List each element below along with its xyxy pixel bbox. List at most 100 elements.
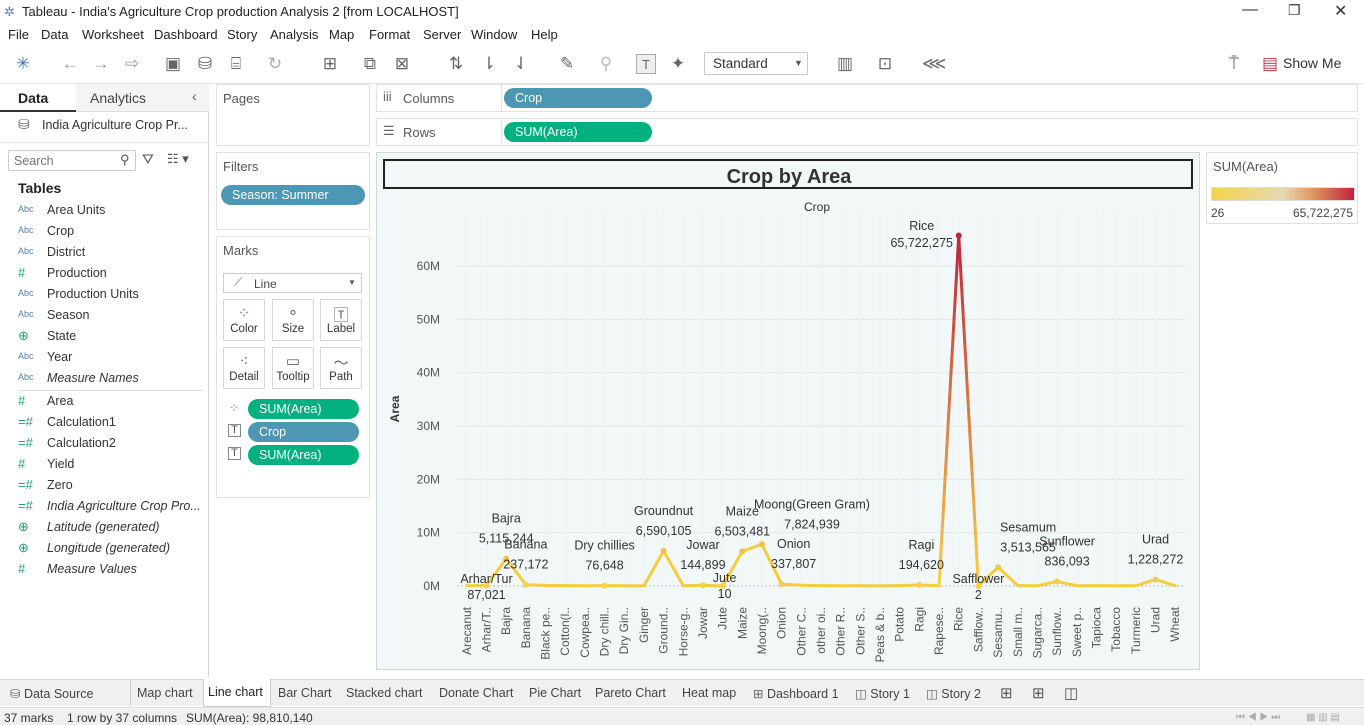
tab-donate-chart[interactable]: Donate Chart [439,686,513,700]
field-item[interactable]: Abc Crop [18,222,208,243]
marks-size-button[interactable]: ⚬ Size [272,299,314,341]
field-item[interactable]: # Measure Values [18,560,208,581]
new-datasource-icon[interactable]: ⛁ [195,54,215,74]
new-story-tab-icon[interactable]: ◫ [1064,684,1078,702]
tab-bar-chart[interactable]: Bar Chart [278,686,332,700]
marks-path-button[interactable]: 〜 Path [320,347,362,389]
share-icon[interactable]: ⋘ [922,54,946,74]
close-icon[interactable]: ✕ [1334,1,1347,21]
tab-data[interactable]: Data [0,84,76,112]
marks-pill-color-sum-area[interactable]: SUM(Area) [248,399,359,419]
replay-icon[interactable]: ⇨ [122,54,142,74]
sheet-nav-icon[interactable]: ⏮ ◀ ▶ ⏭ [1236,712,1280,723]
tab-pareto-chart[interactable]: Pareto Chart [595,686,666,700]
refresh-icon[interactable]: ↻ [265,54,285,74]
field-item[interactable]: Abc District [18,243,208,264]
format-painter-icon[interactable]: ⍑ [1224,54,1244,74]
tab-heat-map[interactable]: Heat map [682,686,736,700]
field-item[interactable]: # Production [18,264,208,285]
tableau-home-icon[interactable]: ✳ [13,54,33,74]
rows-pill-sum-area[interactable]: SUM(Area) [504,122,652,142]
marks-tooltip-button[interactable]: ▭ Tooltip [272,347,314,389]
field-item[interactable]: Abc Area Units [18,201,208,222]
field-item[interactable]: ⊕ Latitude (generated) [18,518,208,539]
field-item[interactable]: Abc Year [18,348,208,369]
sheet-view-icon[interactable]: ▦ ▥ ▤ [1306,712,1340,723]
tab-line-chart[interactable]: Line chart [203,679,271,707]
show-me-button[interactable]: Show Me [1283,55,1341,71]
sort-ascending-icon[interactable]: ⇂ [479,54,499,74]
menu-worksheet[interactable]: Worksheet [82,27,144,42]
marks-pill-label-sum-area[interactable]: SUM(Area) [248,445,359,465]
datasource-name[interactable]: India Agriculture Crop Pr... [42,118,188,132]
columns-shelf[interactable]: iii Columns Crop [376,84,1358,112]
marks-pill-label-crop[interactable]: Crop [248,422,359,442]
field-item[interactable]: =# Zero [18,476,208,497]
field-item[interactable]: Abc Season [18,306,208,327]
show-labels-icon[interactable]: T [636,54,656,74]
field-item[interactable]: =# Calculation1 [18,413,208,434]
menu-story[interactable]: Story [227,27,257,42]
new-dashboard-tab-icon[interactable]: ⊞ [1032,684,1045,702]
marks-color-button[interactable]: ⁘ Color [223,299,265,341]
show-me-icon[interactable]: ▤ [1260,54,1280,74]
undo-icon[interactable]: ← [60,54,80,74]
marks-detail-button[interactable]: ⁖ Detail [223,347,265,389]
view-options-icon[interactable]: ☷ ▾ [167,151,189,167]
tab-map-chart[interactable]: Map chart [137,686,193,700]
field-item[interactable]: =# India Agriculture Crop Pro... [18,497,208,518]
rows-shelf[interactable]: ☰ Rows SUM(Area) [376,118,1358,146]
menu-format[interactable]: Format [369,27,410,42]
menu-analysis[interactable]: Analysis [270,27,318,42]
highlight-icon[interactable]: ✎ [557,54,577,74]
menu-window[interactable]: Window [471,27,517,42]
search-input[interactable] [9,151,117,170]
tab-analytics[interactable]: Analytics ‹ [76,84,209,112]
menu-server[interactable]: Server [423,27,461,42]
field-item[interactable]: Abc Measure Names [18,369,208,390]
save-icon[interactable]: ▣ [163,54,183,74]
field-item[interactable]: # Area [18,392,208,413]
filter-pill-season[interactable]: Season: Summer [221,185,365,205]
cards-icon[interactable]: ▥ [835,54,855,74]
marks-label-button[interactable]: 🅃 Label [320,299,362,341]
menu-help[interactable]: Help [531,27,558,42]
search-field[interactable]: ⚲ [8,150,136,171]
filters-card[interactable]: Filters Season: Summer [216,152,370,230]
group-icon[interactable]: ⚲ [596,54,616,74]
tab-story-1[interactable]: ◫ Story 1 [855,686,910,701]
pages-card[interactable]: Pages [216,84,370,146]
tab-dashboard-1[interactable]: ⊞ Dashboard 1 [753,686,839,701]
field-item[interactable]: ⊕ Longitude (generated) [18,539,208,560]
redo-icon[interactable]: → [91,54,111,74]
menu-dashboard[interactable]: Dashboard [154,27,218,42]
collapse-pane-icon[interactable]: ‹ [192,88,197,104]
sort-descending-icon[interactable]: ⇃ [511,54,531,74]
menu-data[interactable]: Data [41,27,68,42]
field-item[interactable]: Abc Production Units [18,285,208,306]
field-item[interactable]: =# Calculation2 [18,434,208,455]
menu-file[interactable]: File [8,27,29,42]
swap-icon[interactable]: ⇅ [446,54,466,74]
fix-axes-icon[interactable]: ✦ [668,54,688,74]
new-worksheet-tab-icon[interactable]: ⊞ [1000,684,1013,702]
tab-story-2[interactable]: ◫ Story 2 [926,686,981,701]
pause-updates-icon[interactable]: ⌸ [226,54,246,74]
tab-stacked-chart[interactable]: Stacked chart [346,686,422,700]
field-item[interactable]: # Yield [18,455,208,476]
columns-pill-crop[interactable]: Crop [504,88,652,108]
restore-icon[interactable]: ❐ [1288,2,1301,19]
filter-icon[interactable]: ⛛ [142,151,154,168]
tab-data-source[interactable]: ⛁ Data Source [10,686,93,701]
minimize-icon[interactable]: — [1242,1,1258,19]
tab-pie-chart[interactable]: Pie Chart [529,686,581,700]
clear-sheet-icon[interactable]: ⊠ [392,54,412,74]
duplicate-sheet-icon[interactable]: ⧉ [360,54,380,74]
color-legend[interactable]: SUM(Area) 26 65,722,275 [1206,152,1358,224]
presentation-icon[interactable]: ⊡ [875,54,895,74]
new-worksheet-icon[interactable]: ⊞ [320,54,340,74]
fit-select[interactable]: Standard ▼ [704,52,808,75]
mark-type-select[interactable]: ⟋ Line ▼ [223,273,362,293]
menu-map[interactable]: Map [329,27,354,42]
field-item[interactable]: ⊕ State [18,327,208,348]
